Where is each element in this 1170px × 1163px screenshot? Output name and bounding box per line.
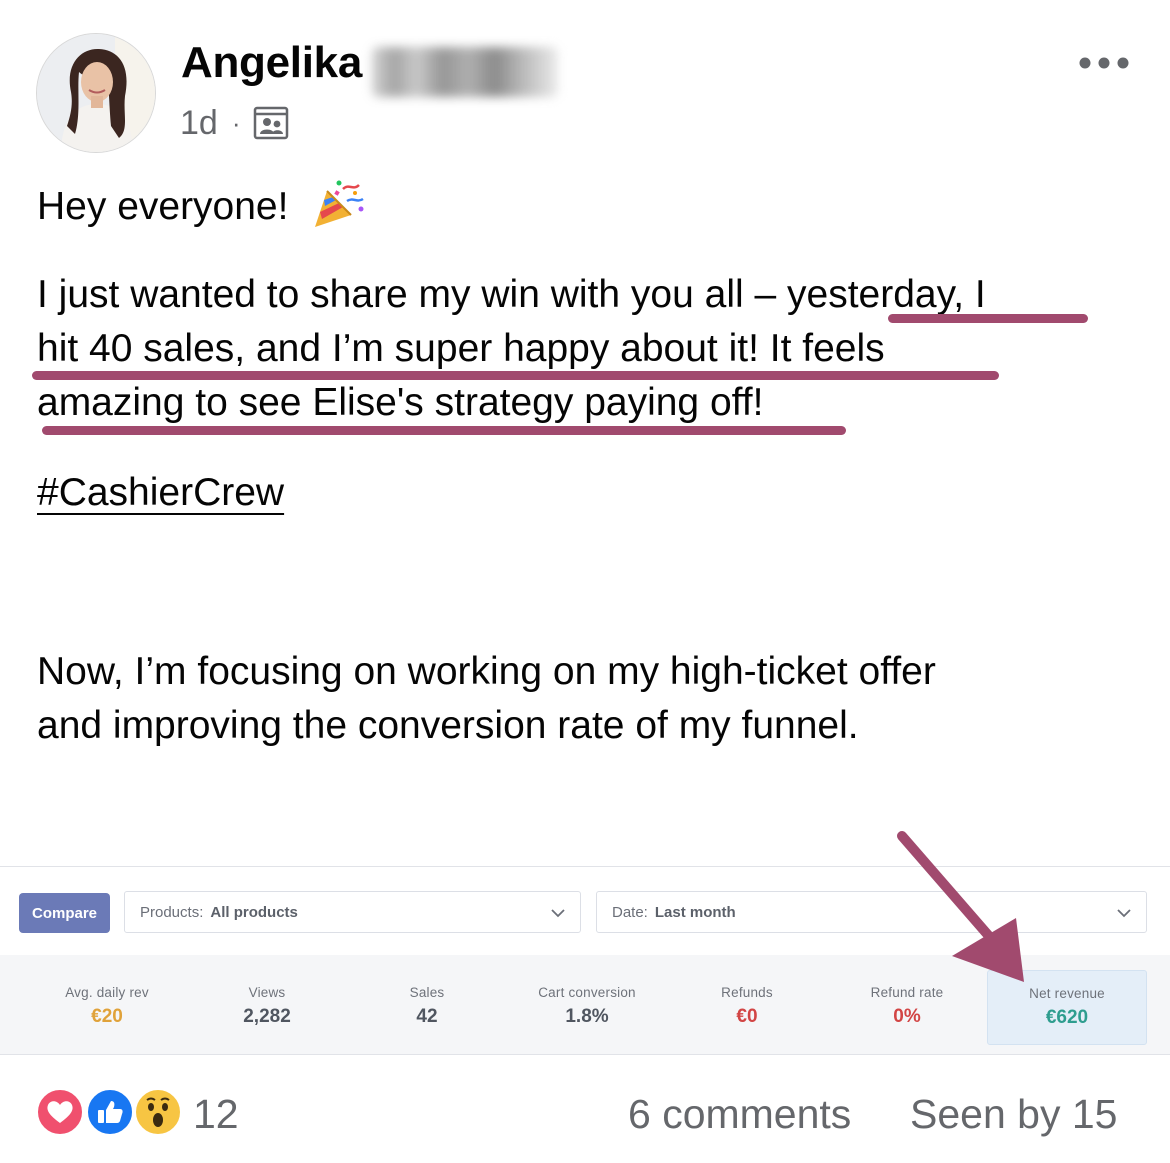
stat-value: 1.8% — [565, 1006, 609, 1027]
date-filter-label: Date: — [612, 903, 648, 921]
stat-label: Views — [248, 985, 286, 1000]
annotation-arrow — [897, 831, 1024, 982]
highlight-underline — [888, 314, 1088, 323]
paragraph-1-line-3: amazing to see Elise's strategy paying o… — [37, 381, 764, 424]
meta-separator: · — [231, 107, 241, 138]
seen-by[interactable]: Seen by 15 — [910, 1088, 1117, 1140]
chevron-down-icon — [1117, 909, 1131, 918]
stat-refunds: Refunds €0 — [667, 970, 827, 1045]
stat-value: €0 — [736, 1006, 758, 1027]
reactions[interactable] — [35, 1087, 185, 1139]
love-icon — [35, 1087, 85, 1137]
post-meta: 1d · — [180, 100, 289, 146]
post-greeting: Hey everyone! — [37, 177, 1127, 234]
party-popper-icon — [309, 177, 367, 231]
comments-count[interactable]: 6 comments — [628, 1088, 851, 1140]
wow-icon — [133, 1087, 183, 1137]
stat-value: €20 — [91, 1006, 123, 1027]
like-icon — [85, 1087, 135, 1137]
paragraph-2-line-2: and improving the conversion rate of my … — [37, 704, 859, 747]
more-options-icon[interactable] — [1076, 52, 1132, 74]
stat-value: €620 — [1045, 1007, 1089, 1028]
stat-value: 2,282 — [243, 1006, 291, 1027]
author-name[interactable]: Angelika — [181, 38, 362, 88]
highlight-underline — [42, 426, 846, 435]
highlight-underline — [32, 371, 999, 380]
stat-value: 0% — [893, 1006, 921, 1027]
stat-label: Cart conversion — [538, 985, 636, 1000]
stat-label: Refunds — [721, 985, 773, 1000]
compare-button[interactable]: Compare — [19, 893, 110, 933]
post-paragraph-1: I just wanted to share my win with you a… — [37, 268, 1127, 430]
stat-label: Avg. daily rev — [65, 985, 149, 1000]
reaction-count[interactable]: 12 — [193, 1088, 239, 1140]
author-avatar[interactable] — [36, 33, 156, 153]
greeting-text: Hey everyone! — [37, 185, 289, 228]
date-filter[interactable]: Date: Last month — [596, 891, 1147, 933]
post-paragraph-2: Now, I’m focusing on working on my high-… — [37, 645, 1127, 753]
products-filter[interactable]: Products: All products — [124, 891, 581, 933]
hashtag-link[interactable]: #CashierCrew — [37, 466, 284, 520]
stat-avg-daily-rev: Avg. daily rev €20 — [27, 970, 187, 1045]
blurred-surname — [372, 47, 558, 97]
stat-sales: Sales 42 — [347, 970, 507, 1045]
paragraph-1-line-2: hit 40 sales, and I’m super happy about … — [37, 327, 885, 370]
chevron-down-icon — [551, 909, 565, 918]
products-filter-value: All products — [210, 903, 298, 921]
paragraph-2-line-1: Now, I’m focusing on working on my high-… — [37, 650, 936, 693]
stat-cart-conversion: Cart conversion 1.8% — [507, 970, 667, 1045]
stat-label: Sales — [409, 985, 445, 1000]
group-icon — [253, 105, 289, 141]
post-time[interactable]: 1d — [180, 104, 218, 143]
products-filter-label: Products: — [140, 903, 204, 921]
stat-views: Views 2,282 — [187, 970, 347, 1045]
stat-value: 42 — [416, 1006, 438, 1027]
date-filter-value: Last month — [654, 903, 736, 921]
